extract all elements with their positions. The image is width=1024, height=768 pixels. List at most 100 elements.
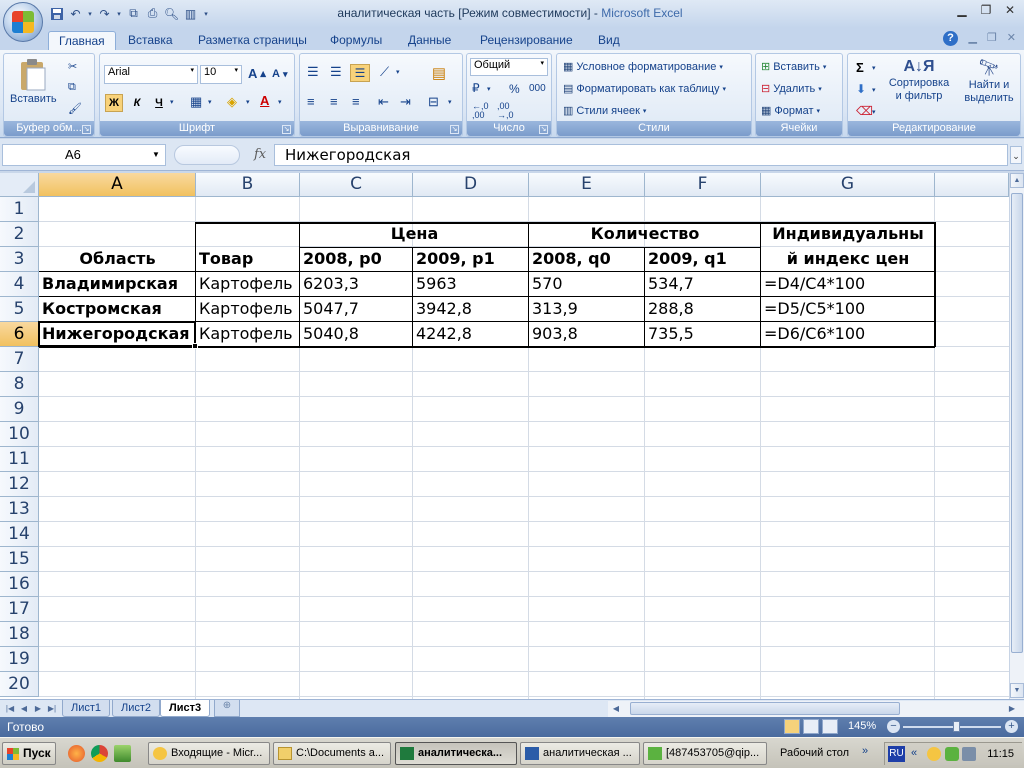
page-break-view-icon[interactable] [822,719,838,734]
vertical-scrollbar[interactable]: ▲ ▼ [1009,173,1024,699]
font-launcher-icon[interactable]: ↘ [282,125,291,134]
cell-F3[interactable]: 2009, q1 [645,247,761,272]
office-button[interactable] [3,2,43,42]
column-header-C[interactable]: C [300,173,413,197]
merge-dropdown-icon[interactable]: ▾ [448,98,452,106]
start-button[interactable]: Пуск [2,742,56,765]
tab-data[interactable]: Данные [398,31,461,50]
formula-input[interactable]: Нижегородская [274,144,1008,166]
task-excel-active[interactable]: аналитическа... [395,742,517,765]
borders-dropdown-icon[interactable]: ▾ [208,98,212,106]
row-header-9[interactable]: 9 [0,397,39,422]
cell-D3[interactable]: 2009, p1 [413,247,529,272]
cell-F4[interactable]: 534,7 [645,272,761,297]
cell-D5[interactable]: 3942,8 [413,297,529,322]
undo-icon[interactable]: ↶ [67,5,84,22]
sheet-tab-1[interactable]: Лист1 [62,700,111,717]
font-color-dropdown-icon[interactable]: ▾ [278,98,282,106]
firefox-icon[interactable] [68,745,85,762]
help-icon[interactable]: ? [943,31,958,46]
column-header-B[interactable]: B [196,173,300,197]
tab-insert[interactable]: Вставка [118,31,183,50]
cell-F5[interactable]: 288,8 [645,297,761,322]
row-header-1[interactable]: 1 [0,197,39,222]
copy-format-icon[interactable]: ⧉ [68,81,76,94]
scroll-up-icon[interactable]: ▲ [1010,173,1024,188]
cell-B5[interactable]: Картофель [196,297,300,322]
tray-qip-icon[interactable] [945,747,959,761]
column-header-F[interactable]: F [645,173,761,197]
align-top-icon[interactable]: ☰ [307,64,319,80]
toolbar-expand-icon[interactable]: » [862,745,868,757]
align-left-icon[interactable]: ≡ [307,94,315,109]
page-layout-view-icon[interactable] [803,719,819,734]
save-icon[interactable] [48,5,65,22]
cell-C6[interactable]: 5040,8 [300,322,413,347]
minimize-icon[interactable]: ▁ [954,3,970,17]
row-header-6[interactable]: 6 [0,322,39,347]
prev-sheet-icon[interactable]: ◀ [18,702,30,715]
cell-C5[interactable]: 5047,7 [300,297,413,322]
grow-font-icon[interactable]: A ▴ [248,66,266,81]
task-explorer[interactable]: C:\Documents a... [273,742,391,765]
fill-color-icon[interactable]: ◈ [227,94,237,110]
scroll-right-icon[interactable]: ▶ [1006,702,1018,715]
conditional-formatting-button[interactable]: ▦ Условное форматирование ▾ [563,60,723,74]
expand-formula-bar-icon[interactable]: ⌄ [1010,146,1022,164]
vertical-scroll-thumb[interactable] [1011,193,1023,653]
cell-A5[interactable]: Костромская [39,297,196,322]
cell-C4[interactable]: 6203,3 [300,272,413,297]
copy-icon[interactable]: ⧉ [125,5,142,22]
cell-G4[interactable]: =D4/C4*100 [761,272,935,297]
clear-dropdown-icon[interactable]: ▾ [872,108,876,116]
cell-E6[interactable]: 903,8 [529,322,645,347]
tray-network-icon[interactable] [962,747,976,761]
cell-B6[interactable]: Картофель [196,322,300,347]
row-header-3[interactable]: 3 [0,247,39,272]
cell-D6[interactable]: 4242,8 [413,322,529,347]
increase-indent-icon[interactable]: ⇥ [400,94,411,110]
task-qip[interactable]: [487453705@qip... [643,742,767,765]
cell-G2[interactable]: Индивидуальны [761,222,935,247]
cell-D4[interactable]: 5963 [413,272,529,297]
customize-qat-icon[interactable]: ▾ [201,5,211,22]
column-header-A[interactable]: A [39,173,196,197]
shrink-font-icon[interactable]: A ▾ [272,68,288,80]
italic-button[interactable]: К [128,94,146,112]
row-header-16[interactable]: 16 [0,572,39,597]
cut-icon[interactable]: ✂ [68,60,77,73]
column-header-E[interactable]: E [529,173,645,197]
print-icon[interactable]: ⎙ [144,5,161,22]
language-indicator[interactable]: RU [888,746,905,762]
scroll-left-icon[interactable]: ◀ [610,702,622,715]
row-header-10[interactable]: 10 [0,422,39,447]
clear-icon[interactable]: ⌫ [856,104,873,118]
merge-center-icon[interactable]: ⊟ [428,94,439,110]
align-bottom-icon[interactable]: ☰ [350,64,370,82]
borders-icon[interactable]: ▦ [190,94,202,110]
workbook-minimize-icon[interactable]: ▁ [968,31,976,44]
row-header-13[interactable]: 13 [0,497,39,522]
align-right-icon[interactable]: ≡ [352,94,360,109]
cell-E4[interactable]: 570 [529,272,645,297]
redo-dropdown-icon[interactable]: ▾ [115,5,123,22]
print-preview-icon[interactable]: 🔍︎ [163,5,180,22]
chart-icon[interactable]: ▥ [182,5,199,22]
find-select-button[interactable]: 🔭︎ Найти и выделить [960,58,1018,104]
currency-icon[interactable]: ₽ [472,81,480,95]
column-header-D[interactable]: D [413,173,529,197]
row-header-2[interactable]: 2 [0,222,39,247]
alignment-launcher-icon[interactable]: ↘ [450,125,459,134]
fill-color-dropdown-icon[interactable]: ▾ [246,98,250,106]
currency-dropdown-icon[interactable]: ▾ [487,85,491,93]
task-word[interactable]: аналитическая ... [520,742,640,765]
orientation-icon[interactable]: ⟋ [380,64,389,80]
font-name-select[interactable]: Arial ▾ [104,65,198,84]
select-all-button[interactable] [0,173,39,197]
row-header-15[interactable]: 15 [0,547,39,572]
horizontal-scrollbar[interactable]: ◀ ▶ [608,701,1024,717]
row-header-11[interactable]: 11 [0,447,39,472]
insert-sheet-icon[interactable]: ⊕ [214,700,240,717]
cell-E5[interactable]: 313,9 [529,297,645,322]
column-header-next[interactable] [935,173,1009,197]
